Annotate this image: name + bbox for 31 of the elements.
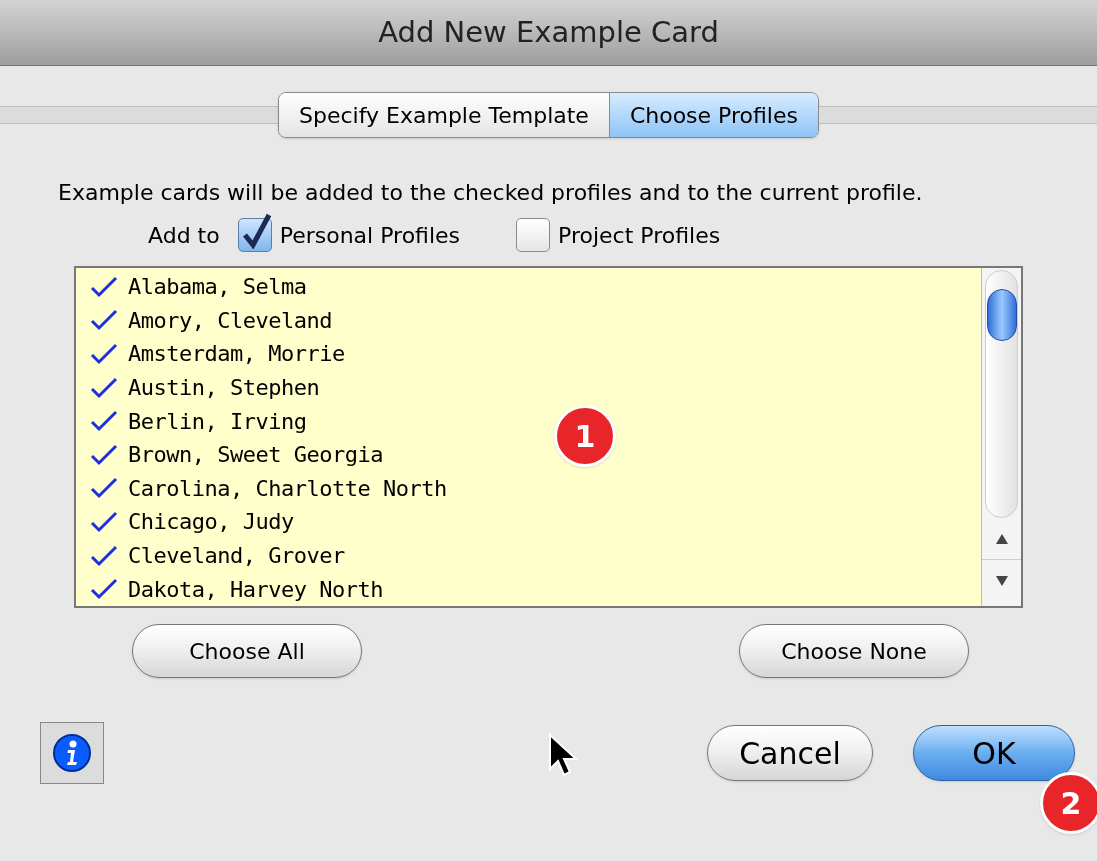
scroll-up-icon[interactable] <box>994 532 1009 545</box>
callout-badge: 2 <box>1040 772 1097 834</box>
profile-name: Alabama, Selma <box>128 273 307 302</box>
profile-name: Austin, Stephen <box>128 374 320 403</box>
info-icon <box>52 733 92 773</box>
checkbox[interactable] <box>516 218 551 252</box>
scroll-thumb[interactable] <box>987 289 1017 341</box>
checkbox-label: Project Profiles <box>558 221 721 250</box>
scroll-down-icon[interactable] <box>994 575 1009 587</box>
profile-name: Cleveland, Grover <box>128 542 345 571</box>
add-to-label: Add to <box>148 221 220 250</box>
dialog-button[interactable]: OK <box>913 725 1075 781</box>
profile-name: Amsterdam, Morrie <box>128 340 345 369</box>
description-text: Example cards will be added to the checked profiles and to the current profile. <box>58 179 924 207</box>
choose-button[interactable]: Choose None <box>739 624 969 678</box>
profile-name: Dakota, Harvey North <box>128 575 383 604</box>
tab[interactable]: Choose Profiles <box>608 93 818 137</box>
scrollbar[interactable] <box>981 268 1021 606</box>
window-title: Add New Example Card <box>378 13 719 51</box>
tab[interactable]: Specify Example Template <box>279 93 609 137</box>
choose-button[interactable]: Choose All <box>132 624 362 678</box>
profile-name: Berlin, Irving <box>128 407 307 436</box>
profile-name: Amory, Cleveland <box>128 306 332 335</box>
profile-name: Chicago, Judy <box>128 508 294 537</box>
checkbox-label: Personal Profiles <box>279 221 461 250</box>
profile-name: Brown, Sweet Georgia <box>128 441 383 470</box>
callout-badge: 1 <box>554 405 616 467</box>
info-button[interactable] <box>40 722 104 784</box>
profile-name: Carolina, Charlotte North <box>128 474 447 503</box>
dialog-button[interactable]: Cancel <box>707 725 873 781</box>
checkmark-icon <box>241 213 272 249</box>
